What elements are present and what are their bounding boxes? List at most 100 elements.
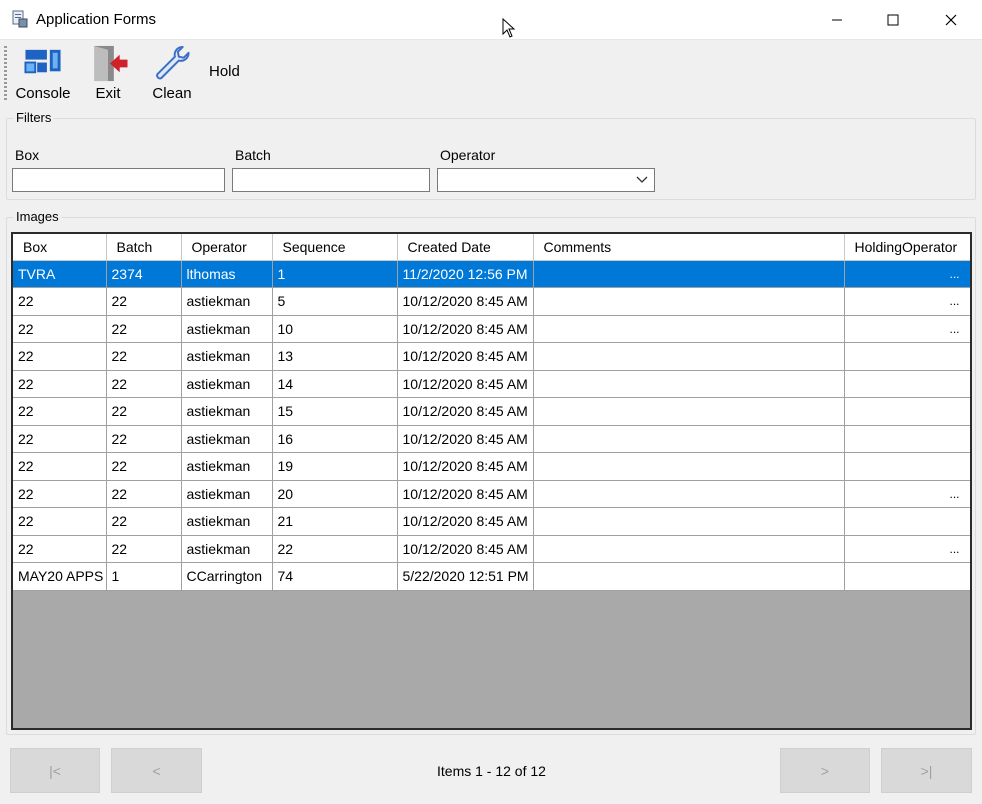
cell-box[interactable]: 22	[13, 315, 107, 343]
cell-sequence[interactable]: 1	[272, 260, 398, 288]
column-header-batch[interactable]: Batch	[106, 234, 182, 261]
cell-created-date[interactable]: 10/12/2020 8:45 AM	[397, 480, 534, 508]
cell-comments[interactable]	[533, 370, 845, 398]
table-row[interactable]: 22 22 astiekman 13 10/12/2020 8:45 AM	[13, 342, 970, 371]
table-row[interactable]: 22 22 astiekman 16 10/12/2020 8:45 AM	[13, 425, 970, 453]
cell-created-date[interactable]: 10/12/2020 8:45 AM	[397, 452, 534, 481]
cell-holding-operator[interactable]: ...	[844, 535, 970, 563]
cell-batch[interactable]: 2374	[106, 260, 182, 288]
minimize-button[interactable]	[808, 0, 866, 40]
cell-sequence[interactable]: 5	[272, 287, 398, 316]
cell-batch[interactable]: 22	[106, 315, 182, 343]
hold-button[interactable]: Hold	[209, 63, 240, 80]
cell-operator[interactable]: CCarrington	[181, 562, 273, 591]
cell-holding-operator[interactable]	[844, 370, 970, 398]
cell-batch[interactable]: 22	[106, 535, 182, 563]
cell-box[interactable]: TVRA	[13, 260, 107, 288]
cell-box[interactable]: 22	[13, 535, 107, 563]
cell-holding-operator[interactable]	[844, 342, 970, 371]
cell-sequence[interactable]: 13	[272, 342, 398, 371]
cell-operator[interactable]: astiekman	[181, 507, 273, 536]
cell-created-date[interactable]: 10/12/2020 8:45 AM	[397, 315, 534, 343]
cell-sequence[interactable]: 20	[272, 480, 398, 508]
cell-box[interactable]: 22	[13, 507, 107, 536]
cell-holding-operator[interactable]	[844, 452, 970, 481]
table-row[interactable]: 22 22 astiekman 14 10/12/2020 8:45 AM	[13, 370, 970, 398]
cell-sequence[interactable]: 14	[272, 370, 398, 398]
console-button[interactable]: Console	[14, 44, 72, 102]
cell-created-date[interactable]: 10/12/2020 8:45 AM	[397, 535, 534, 563]
cell-holding-operator[interactable]	[844, 425, 970, 453]
cell-created-date[interactable]: 10/12/2020 8:45 AM	[397, 425, 534, 453]
cell-comments[interactable]	[533, 315, 845, 343]
next-page-button[interactable]: >	[780, 748, 870, 793]
cell-comments[interactable]	[533, 452, 845, 481]
cell-box[interactable]: 22	[13, 452, 107, 481]
cell-sequence[interactable]: 16	[272, 425, 398, 453]
cell-holding-operator[interactable]: ...	[844, 315, 970, 343]
cell-comments[interactable]	[533, 425, 845, 453]
cell-operator[interactable]: astiekman	[181, 287, 273, 316]
clean-button[interactable]: Clean	[148, 44, 196, 102]
cell-comments[interactable]	[533, 480, 845, 508]
cell-sequence[interactable]: 22	[272, 535, 398, 563]
images-grid[interactable]: Box Batch Operator Sequence Created Date…	[11, 232, 972, 730]
table-row[interactable]: 22 22 astiekman 21 10/12/2020 8:45 AM	[13, 507, 970, 536]
cell-operator[interactable]: astiekman	[181, 397, 273, 426]
cell-comments[interactable]	[533, 397, 845, 426]
cell-created-date[interactable]: 10/12/2020 8:45 AM	[397, 507, 534, 536]
close-button[interactable]	[922, 0, 980, 40]
table-row[interactable]: MAY20 APPS 1 CCarrington 74 5/22/2020 12:51 …	[13, 562, 970, 591]
cell-batch[interactable]: 22	[106, 480, 182, 508]
table-row[interactable]: 22 22 astiekman 22 10/12/2020 8:45 AM...	[13, 535, 970, 563]
cell-sequence[interactable]: 19	[272, 452, 398, 481]
cell-created-date[interactable]: 10/12/2020 8:45 AM	[397, 370, 534, 398]
column-header-created-date[interactable]: Created Date	[397, 234, 534, 261]
cell-operator[interactable]: astiekman	[181, 535, 273, 563]
first-page-button[interactable]: |<	[10, 748, 100, 793]
cell-operator[interactable]: astiekman	[181, 370, 273, 398]
table-row[interactable]: 22 22 astiekman 5 10/12/2020 8:45 AM...	[13, 287, 970, 316]
cell-batch[interactable]: 22	[106, 507, 182, 536]
cell-comments[interactable]	[533, 260, 845, 288]
operator-filter-select[interactable]	[437, 168, 655, 192]
cell-box[interactable]: MAY20 APPS	[13, 562, 107, 591]
cell-box[interactable]: 22	[13, 480, 107, 508]
column-header-box[interactable]: Box	[13, 234, 107, 261]
cell-operator[interactable]: lthomas	[181, 260, 273, 288]
cell-sequence[interactable]: 21	[272, 507, 398, 536]
cell-created-date[interactable]: 11/2/2020 12:56 PM	[397, 260, 534, 288]
cell-holding-operator[interactable]	[844, 397, 970, 426]
column-header-operator[interactable]: Operator	[181, 234, 273, 261]
cell-operator[interactable]: astiekman	[181, 342, 273, 371]
cell-batch[interactable]: 22	[106, 342, 182, 371]
column-header-comments[interactable]: Comments	[533, 234, 845, 261]
cell-operator[interactable]: astiekman	[181, 480, 273, 508]
cell-comments[interactable]	[533, 535, 845, 563]
toolbar-grip[interactable]	[4, 46, 7, 100]
cell-box[interactable]: 22	[13, 342, 107, 371]
cell-operator[interactable]: astiekman	[181, 425, 273, 453]
cell-comments[interactable]	[533, 342, 845, 371]
cell-batch[interactable]: 1	[106, 562, 182, 591]
column-header-holding-operator[interactable]: HoldingOperator	[844, 234, 970, 261]
cell-comments[interactable]	[533, 562, 845, 591]
table-row[interactable]: 22 22 astiekman 20 10/12/2020 8:45 AM...	[13, 480, 970, 508]
table-row[interactable]: 22 22 astiekman 15 10/12/2020 8:45 AM	[13, 397, 970, 426]
last-page-button[interactable]: >|	[881, 748, 972, 793]
cell-created-date[interactable]: 10/12/2020 8:45 AM	[397, 342, 534, 371]
cell-operator[interactable]: astiekman	[181, 315, 273, 343]
cell-box[interactable]: 22	[13, 397, 107, 426]
cell-holding-operator[interactable]	[844, 507, 970, 536]
cell-box[interactable]: 22	[13, 370, 107, 398]
batch-filter-input[interactable]	[232, 168, 430, 192]
cell-batch[interactable]: 22	[106, 287, 182, 316]
cell-created-date[interactable]: 10/12/2020 8:45 AM	[397, 287, 534, 316]
column-header-sequence[interactable]: Sequence	[272, 234, 398, 261]
cell-created-date[interactable]: 10/12/2020 8:45 AM	[397, 397, 534, 426]
cell-batch[interactable]: 22	[106, 452, 182, 481]
cell-batch[interactable]: 22	[106, 370, 182, 398]
cell-holding-operator[interactable]	[844, 562, 970, 591]
cell-operator[interactable]: astiekman	[181, 452, 273, 481]
maximize-button[interactable]	[864, 0, 922, 40]
